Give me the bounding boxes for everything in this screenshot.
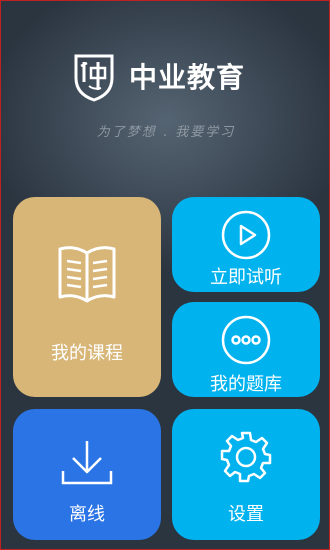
more-icon — [221, 315, 271, 365]
offline-tile[interactable]: 离线 — [13, 409, 161, 540]
shield-logo-icon — [74, 54, 114, 102]
settings-label: 设置 — [228, 504, 264, 525]
home-screen: 中业教育 为了梦想 . 我要学习 我的课程 立即试听 我的题库 离线 设置 — [0, 0, 330, 550]
brand-name: 中业教育 — [129, 61, 246, 94]
listen-now-tile[interactable]: 立即试听 — [172, 197, 320, 292]
my-courses-label: 我的课程 — [51, 343, 123, 364]
listen-now-label: 立即试听 — [210, 267, 282, 288]
offline-label: 离线 — [69, 504, 105, 525]
brand-header: 中业教育 — [71, 49, 245, 103]
download-icon — [61, 441, 113, 485]
my-courses-tile[interactable]: 我的课程 — [13, 197, 161, 397]
settings-tile[interactable]: 设置 — [172, 409, 320, 540]
question-bank-label: 我的题库 — [210, 374, 282, 395]
question-bank-tile[interactable]: 我的题库 — [172, 302, 320, 397]
book-icon — [58, 246, 116, 303]
gear-icon — [220, 431, 272, 483]
slogan: 为了梦想 . 我要学习 — [96, 125, 236, 140]
play-icon — [221, 210, 271, 260]
